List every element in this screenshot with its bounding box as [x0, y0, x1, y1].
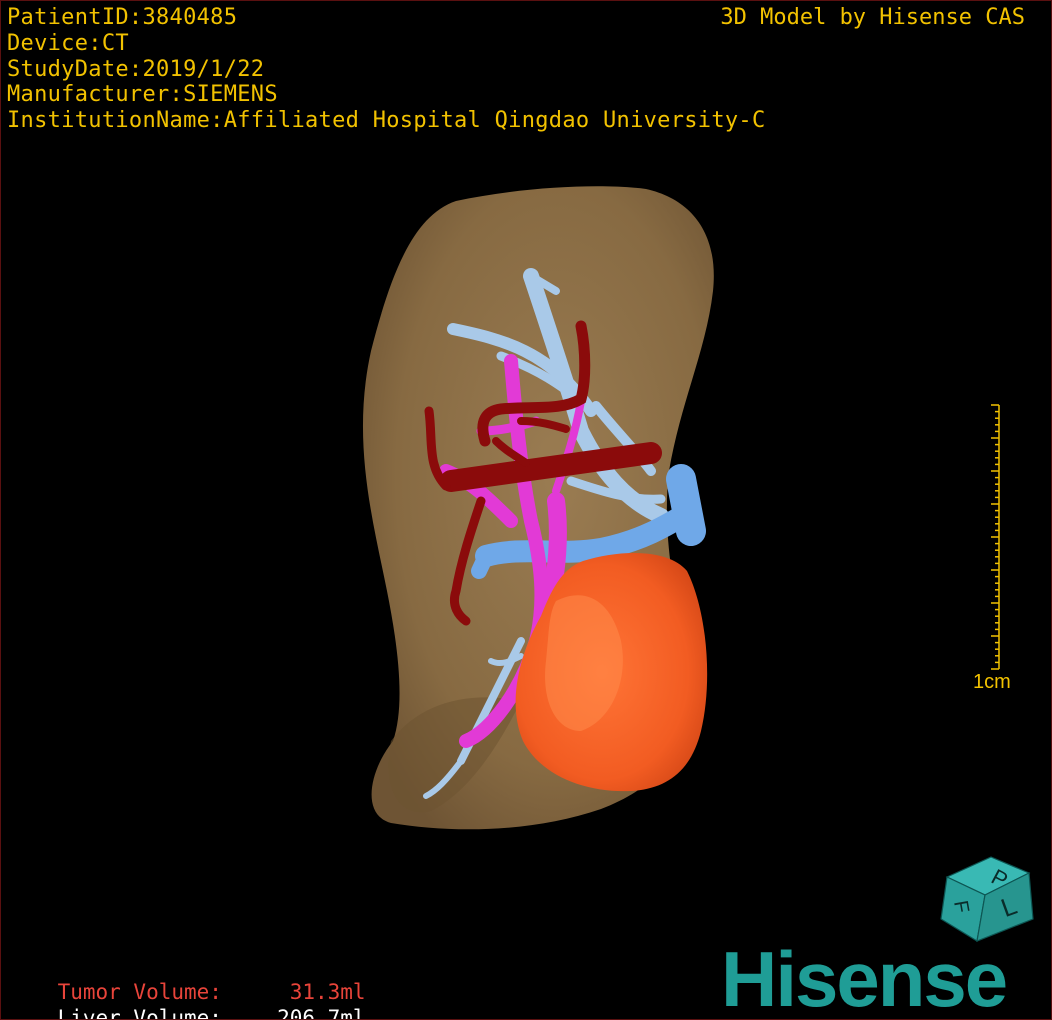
liver-3d-model[interactable]	[1, 1, 1051, 1019]
orientation-cube-icon[interactable]: P L F	[933, 849, 1041, 945]
scale-bar	[991, 404, 1000, 670]
liver-volume-value: 206.7ml	[277, 1006, 366, 1020]
hisense-logo: Hisense	[721, 935, 1008, 1020]
liver-volume-label: Liver Volume:	[57, 1006, 222, 1020]
liver-volume: Liver Volume: 206.7ml	[7, 982, 366, 1020]
3d-viewport[interactable]: PatientID:3840485 Device:CT StudyDate:20…	[0, 0, 1052, 1020]
scale-label: 1cm	[973, 671, 1011, 693]
